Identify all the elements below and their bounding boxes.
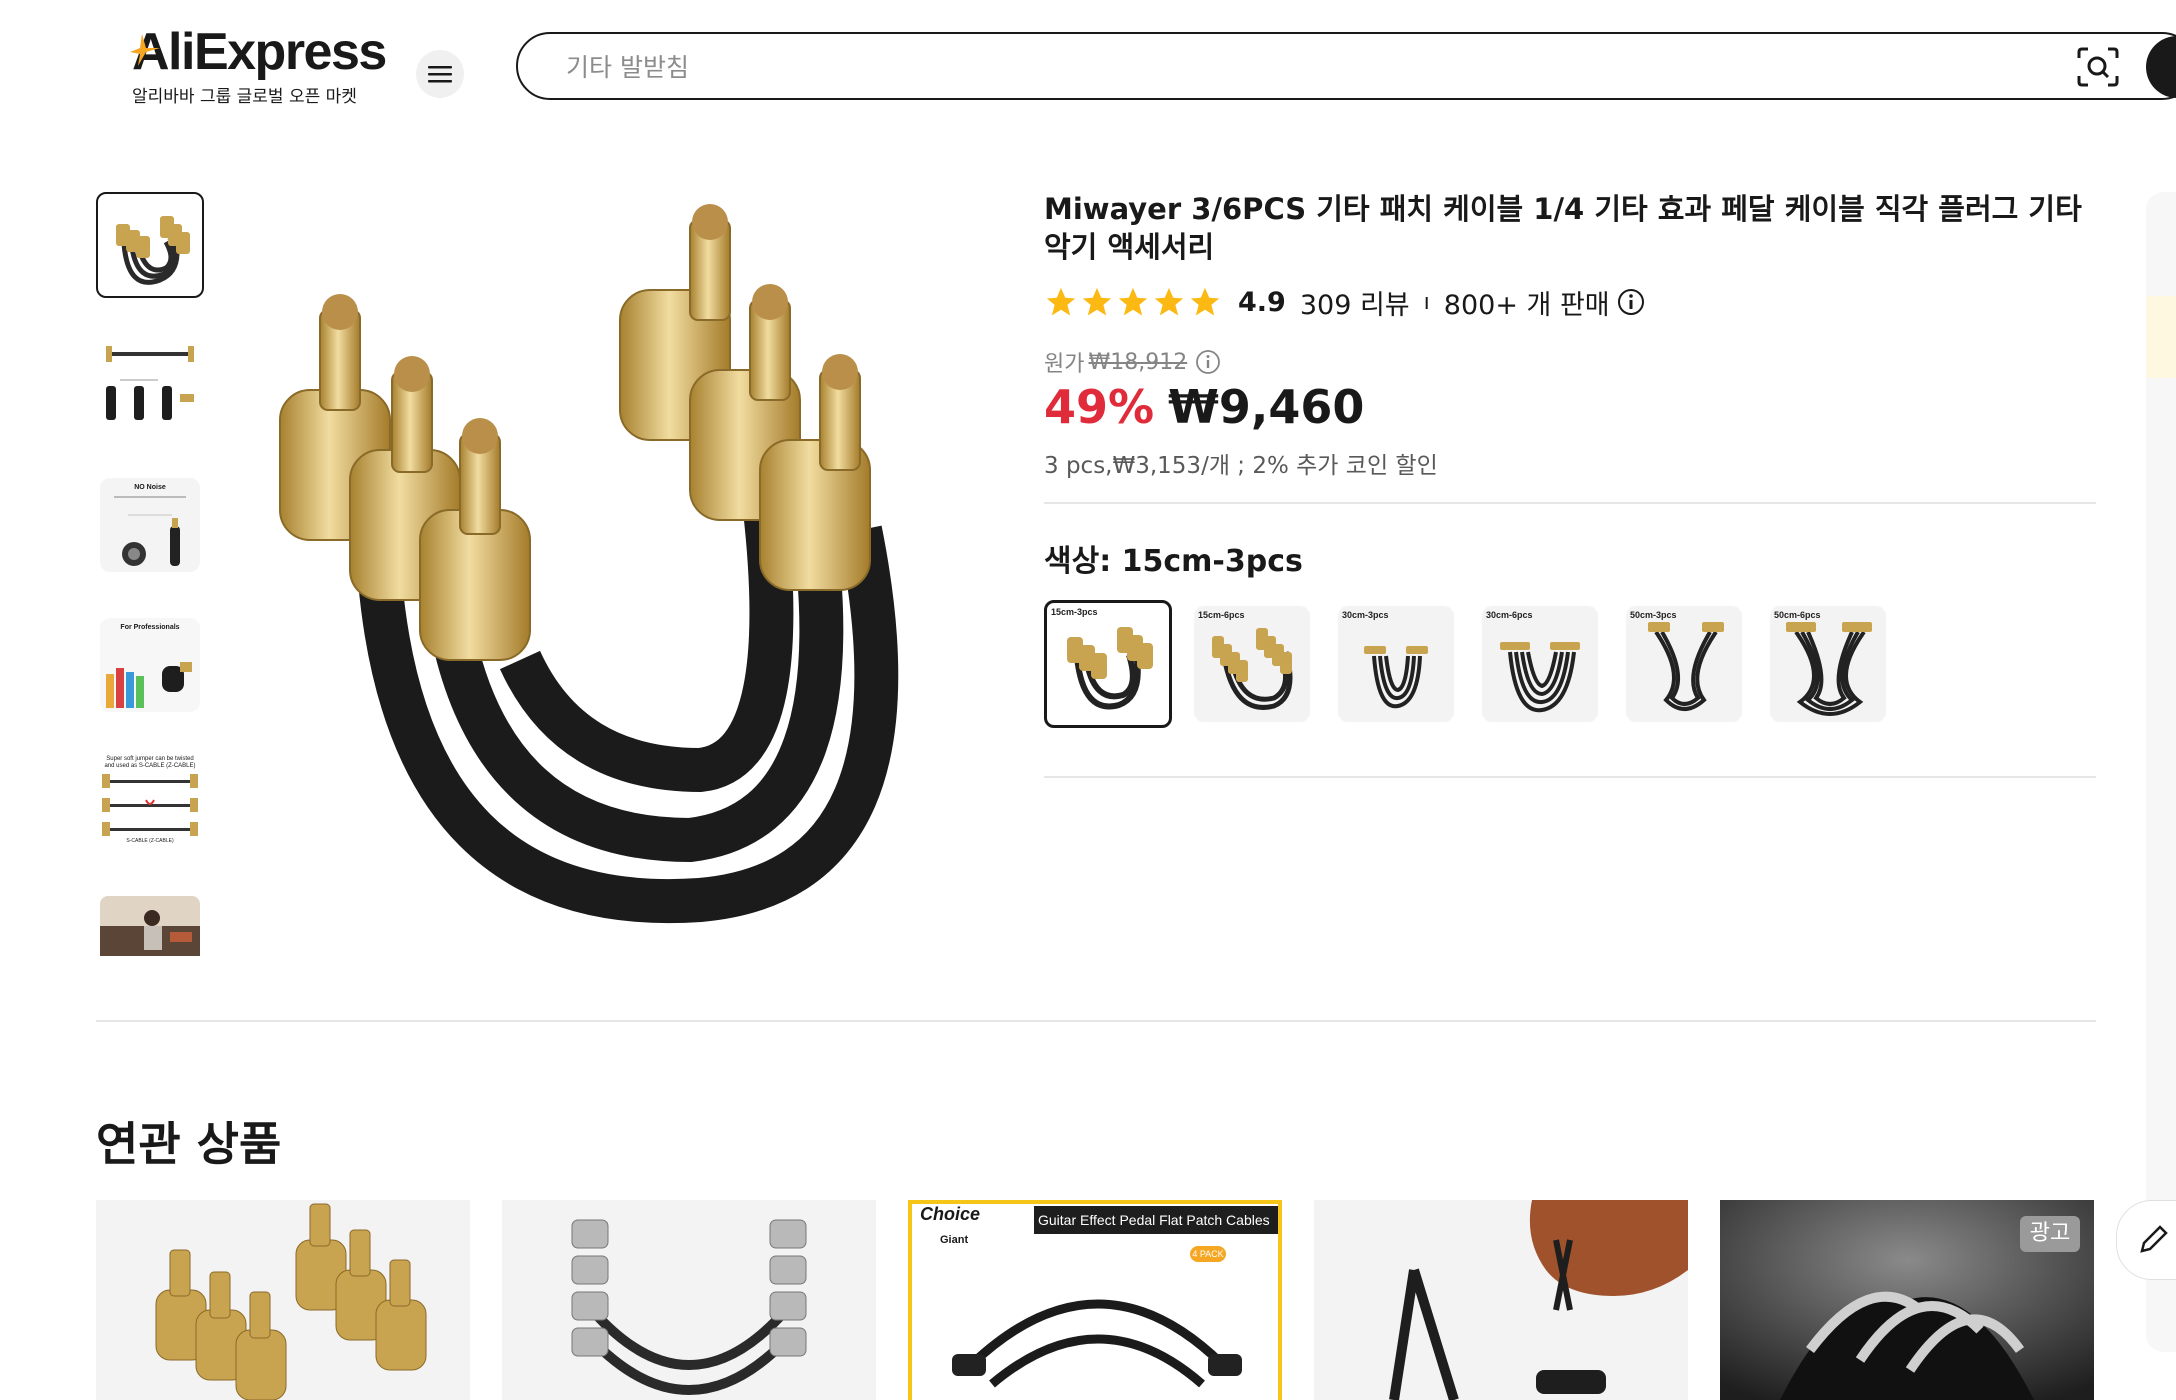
main-product-image[interactable] xyxy=(260,200,980,940)
swatch-30cm-6pcs[interactable]: 30cm-6pcs xyxy=(1482,606,1598,722)
rating-stars xyxy=(1044,285,1224,319)
thumb-for-professionals[interactable]: For Professionals xyxy=(100,618,200,712)
related-card-gold-cables[interactable] xyxy=(96,1200,470,1400)
rating-row[interactable]: 4.9 309 리뷰 ı 800+ 개 판매 xyxy=(1044,282,1646,322)
divider xyxy=(1044,502,2096,504)
section-divider xyxy=(96,1020,2096,1022)
star-icon xyxy=(1046,287,1076,316)
logo-subtitle: 알리바바 그룹 글로벌 오픈 마켓 xyxy=(132,87,357,107)
aliexpress-logo[interactable]: AliExpress xyxy=(132,22,387,82)
price-row: 49% ₩9,460 xyxy=(1044,380,1364,434)
related-card-guitar-stand[interactable] xyxy=(1314,1200,1688,1400)
hamburger-icon xyxy=(428,66,452,83)
swatch-30cm-3pcs[interactable]: 30cm-3pcs xyxy=(1338,606,1454,722)
search-input[interactable] xyxy=(516,32,2176,100)
star-icon xyxy=(1118,287,1148,316)
thumb-gold-cables[interactable] xyxy=(96,192,204,298)
related-card-ad[interactable]: 광고 xyxy=(1720,1200,2094,1400)
related-card-silver-cables[interactable] xyxy=(502,1200,876,1400)
rating-separator: ı xyxy=(1423,289,1430,315)
menu-button[interactable] xyxy=(416,50,464,98)
ad-badge: 광고 xyxy=(2020,1216,2080,1252)
swatch-50cm-6pcs[interactable]: 50cm-6pcs xyxy=(1770,606,1886,722)
thumb-dimensions[interactable] xyxy=(100,338,200,432)
original-price: ₩18,912 xyxy=(1088,349,1188,375)
feedback-button[interactable] xyxy=(2116,1200,2176,1280)
sold-count: 800+ 개 판매 xyxy=(1443,289,1610,321)
related-card-choice[interactable]: Choice Guitar Effect Pedal Flat Patch Ca… xyxy=(908,1200,1282,1400)
star-icon xyxy=(1082,287,1112,316)
original-price-label: 원가 xyxy=(1044,352,1085,377)
related-products-title: 연관 상품 xyxy=(96,1117,282,1171)
thumb-guitarist[interactable] xyxy=(100,896,200,956)
divider xyxy=(1044,776,2096,778)
camera-search-icon[interactable] xyxy=(2076,46,2120,88)
rating-score: 4.9 xyxy=(1238,286,1286,318)
logo-star-icon xyxy=(130,34,160,66)
current-price: ₩9,460 xyxy=(1168,380,1365,434)
edit-pencil-icon xyxy=(2140,1225,2168,1253)
search-placeholder: 기타 발받침 xyxy=(566,53,689,82)
discount-percent: 49% xyxy=(1044,380,1155,434)
original-price-row: 원가 ₩18,912 xyxy=(1044,346,1221,378)
coin-discount-note: 3 pcs,₩3,153/개 ; 2% 추가 코인 할인 xyxy=(1044,453,1438,479)
star-icon xyxy=(1154,287,1184,316)
price-info-icon[interactable] xyxy=(1195,349,1221,375)
info-icon[interactable] xyxy=(1616,287,1646,317)
logo-text: AliExpress xyxy=(132,23,387,81)
product-title: Miwayer 3/6PCS 기타 패치 케이블 1/4 기타 효과 페달 케이… xyxy=(1044,192,2082,264)
thumb-no-noise[interactable]: NO Noise xyxy=(100,478,200,572)
side-panel-highlight xyxy=(2146,296,2176,378)
thumb-s-cable[interactable]: Super soft jumper can be twisted and use… xyxy=(100,752,200,846)
star-icon xyxy=(1190,287,1220,316)
swatch-15cm-3pcs[interactable]: 15cm-3pcs xyxy=(1044,600,1172,728)
color-label: 색상: 15cm-3pcs xyxy=(1044,544,1303,579)
swatch-15cm-6pcs[interactable]: 15cm-6pcs xyxy=(1194,606,1310,722)
swatch-50cm-3pcs[interactable]: 50cm-3pcs xyxy=(1626,606,1742,722)
review-count[interactable]: 309 리뷰 xyxy=(1300,283,1410,322)
